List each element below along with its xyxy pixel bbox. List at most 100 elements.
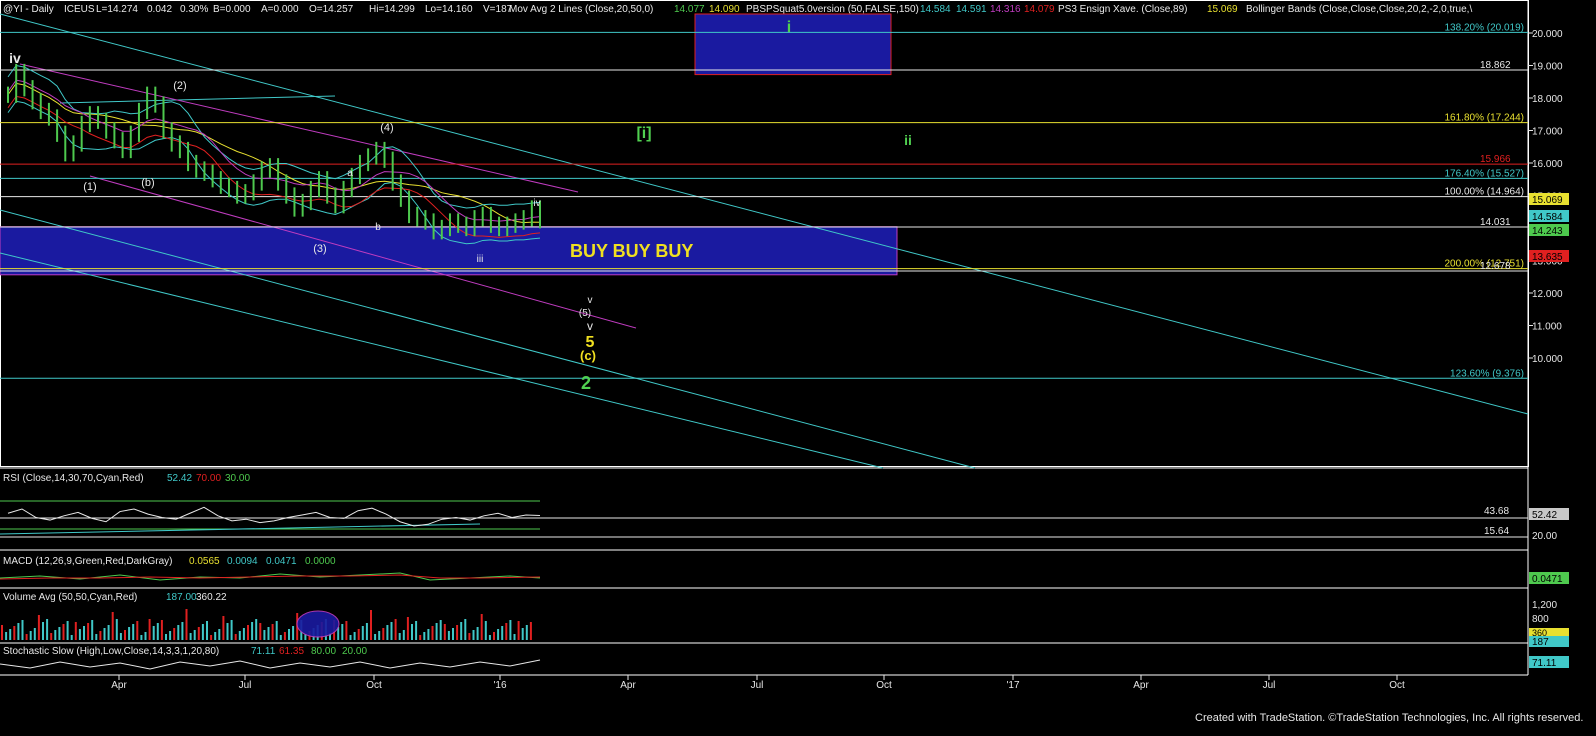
y-tick-label-4: 16.000 [1532, 159, 1563, 170]
y-tick-label-1: 19.000 [1532, 62, 1563, 73]
y-tick-label-9: 11.000 [1532, 322, 1562, 333]
stoch-value-1: 71.11 [251, 646, 276, 657]
macd-value-4: 0.0000 [305, 556, 336, 567]
x-tick-label-8: Apr [1133, 680, 1149, 691]
level-label-6: 14.031 [1480, 217, 1511, 228]
price-tag-text-1: 14.584 [1532, 212, 1563, 223]
header-pbs-value2: 14.591 [956, 4, 987, 15]
volume-axis-tick-2: 800 [1532, 614, 1549, 625]
chart-canvas: @YI - Daily ICEUS L=14.274 0.042 0.30% B… [0, 0, 1596, 736]
x-tick-label-10: Oct [1389, 680, 1405, 691]
footer-copyright: Created with TradeStation. ©TradeStation… [1195, 712, 1583, 724]
x-tick-label-5: Jul [751, 680, 764, 691]
wave-label-12: v [587, 319, 593, 333]
rsi-last-tag-text: 52.42 [1532, 510, 1557, 521]
volume-title: Volume Avg (50,50,Cyan,Red) [3, 592, 137, 603]
wave-label-10: v [588, 295, 593, 306]
header-change: 0.042 [147, 4, 172, 15]
header-pbs-value1: 14.584 [920, 4, 951, 15]
stoch-value-3: 80.00 [311, 646, 336, 657]
chart-background [0, 0, 1596, 736]
volume-axis-tick-1: 1,200 [1532, 600, 1557, 611]
volume-last-tag-text: 187 [1532, 637, 1549, 648]
header-bid: B=0.000 [213, 4, 251, 15]
wave-label-2: (b) [141, 177, 154, 189]
header-xave-value: 15.069 [1207, 4, 1238, 15]
rsi-axis-tick: 20.00 [1532, 531, 1557, 542]
header-xave-label: PS3 Ensign Xave. (Close,89) [1058, 4, 1188, 15]
rsi-level-label-1: 43.68 [1484, 506, 1509, 517]
wave-label-16: [i] [636, 125, 651, 142]
header-symbol: @YI - Daily [3, 4, 54, 15]
level-label-1: 18.862 [1480, 60, 1511, 71]
level-label-2: 161.80% (17.244) [1444, 113, 1524, 124]
wave-label-0: iv [9, 50, 21, 66]
header-bb-label: Bollinger Bands (Close,Close,Close,20,2,… [1246, 4, 1472, 15]
zone-buy-label: BUY BUY BUY [570, 241, 693, 261]
wave-label-8: iii [477, 254, 484, 265]
y-tick-label-10: 10.000 [1532, 354, 1563, 365]
stoch-title: Stochastic Slow (High,Low,Close,14,3,3,1… [3, 646, 219, 657]
price-tags: 15.069 14.584 14.243 13.635 [1529, 193, 1569, 263]
volume-value-2: 360.22 [196, 592, 227, 603]
level-label-3: 15.966 [1480, 154, 1511, 165]
x-tick-label-0: Apr [111, 680, 127, 691]
rsi-value: 52.42 [167, 473, 192, 484]
macd-value-2: 0.0094 [227, 556, 258, 567]
level-label-8: 12.678 [1480, 261, 1511, 272]
header-pct: 0.30% [180, 4, 208, 15]
y-tick-label-3: 17.000 [1532, 127, 1563, 138]
y-tick-label-0: 20.000 [1532, 29, 1563, 40]
header-ask: A=0.000 [261, 4, 299, 15]
volume-highlight-ellipse [296, 610, 340, 638]
x-tick-label-3: '16 [493, 680, 506, 691]
macd-value-1: 0.0565 [189, 556, 220, 567]
wave-label-15: 2 [581, 373, 591, 393]
level-label-9: 123.60% (9.376) [1450, 368, 1524, 379]
rsi-overbought: 70.00 [196, 473, 221, 484]
macd-title: MACD (12,26,9,Green,Red,DarkGray) [3, 556, 173, 567]
header-low: Lo=14.160 [425, 4, 473, 15]
wave-label-5: (4) [380, 122, 393, 134]
header-pbs-label: PBSPSquat5.0version (50,FALSE,150) [746, 4, 919, 15]
x-tick-label-9: Jul [1263, 680, 1276, 691]
x-tick-label-2: Oct [366, 680, 382, 691]
header-pbs-value4: 14.079 [1024, 4, 1055, 15]
chart-header: @YI - Daily ICEUS L=14.274 0.042 0.30% B… [3, 4, 1472, 15]
x-tick-label-4: Apr [620, 680, 636, 691]
x-tick-label-6: Oct [876, 680, 892, 691]
x-tick-label-1: Jul [239, 680, 252, 691]
zone-wave-i [694, 13, 892, 76]
stoch-last-tag-text: 71.11 [1532, 658, 1557, 669]
wave-label-17: ii [904, 132, 912, 148]
rsi-title: RSI (Close,14,30,70,Cyan,Red) [3, 473, 144, 484]
header-ma-value2: 14.090 [709, 4, 740, 15]
wave-label-7: b [375, 222, 381, 233]
macd-last-tag-text: 0.0471 [1532, 574, 1563, 585]
y-tick-label-8: 12.000 [1532, 289, 1563, 300]
level-label-0: 138.20% (20.019) [1444, 22, 1524, 33]
level-label-4: 176.40% (15.527) [1444, 168, 1524, 179]
stoch-value-2: 61.35 [279, 646, 304, 657]
price-tag-text-0: 15.069 [1532, 195, 1563, 206]
header-last: L=14.274 [96, 4, 138, 15]
rsi-oversold: 30.00 [225, 473, 250, 484]
header-pbs-value3: 14.316 [990, 4, 1021, 15]
level-label-5: 100.00% (14.964) [1444, 187, 1524, 198]
volume-value-1: 187.00 [166, 592, 197, 603]
x-tick-label-7: '17 [1006, 680, 1019, 691]
price-tag-text-3: 13.635 [1532, 252, 1563, 263]
header-open: O=14.257 [309, 4, 354, 15]
zone-buy [0, 226, 898, 276]
header-ma-value1: 14.077 [674, 4, 705, 15]
header-high: Hi=14.299 [369, 4, 415, 15]
header-ma-label: Mov Avg 2 Lines (Close,20,50,0) [509, 4, 653, 15]
wave-label-4: (3) [313, 243, 326, 255]
wave-label-9: iv [533, 198, 540, 209]
wave-label-11: (5) [579, 308, 591, 319]
macd-value-3: 0.0471 [266, 556, 297, 567]
price-tag-text-2: 14.243 [1532, 226, 1563, 237]
wave-label-18: i [787, 19, 791, 36]
y-tick-label-2: 18.000 [1532, 94, 1563, 105]
wave-label-3: (2) [173, 80, 186, 92]
